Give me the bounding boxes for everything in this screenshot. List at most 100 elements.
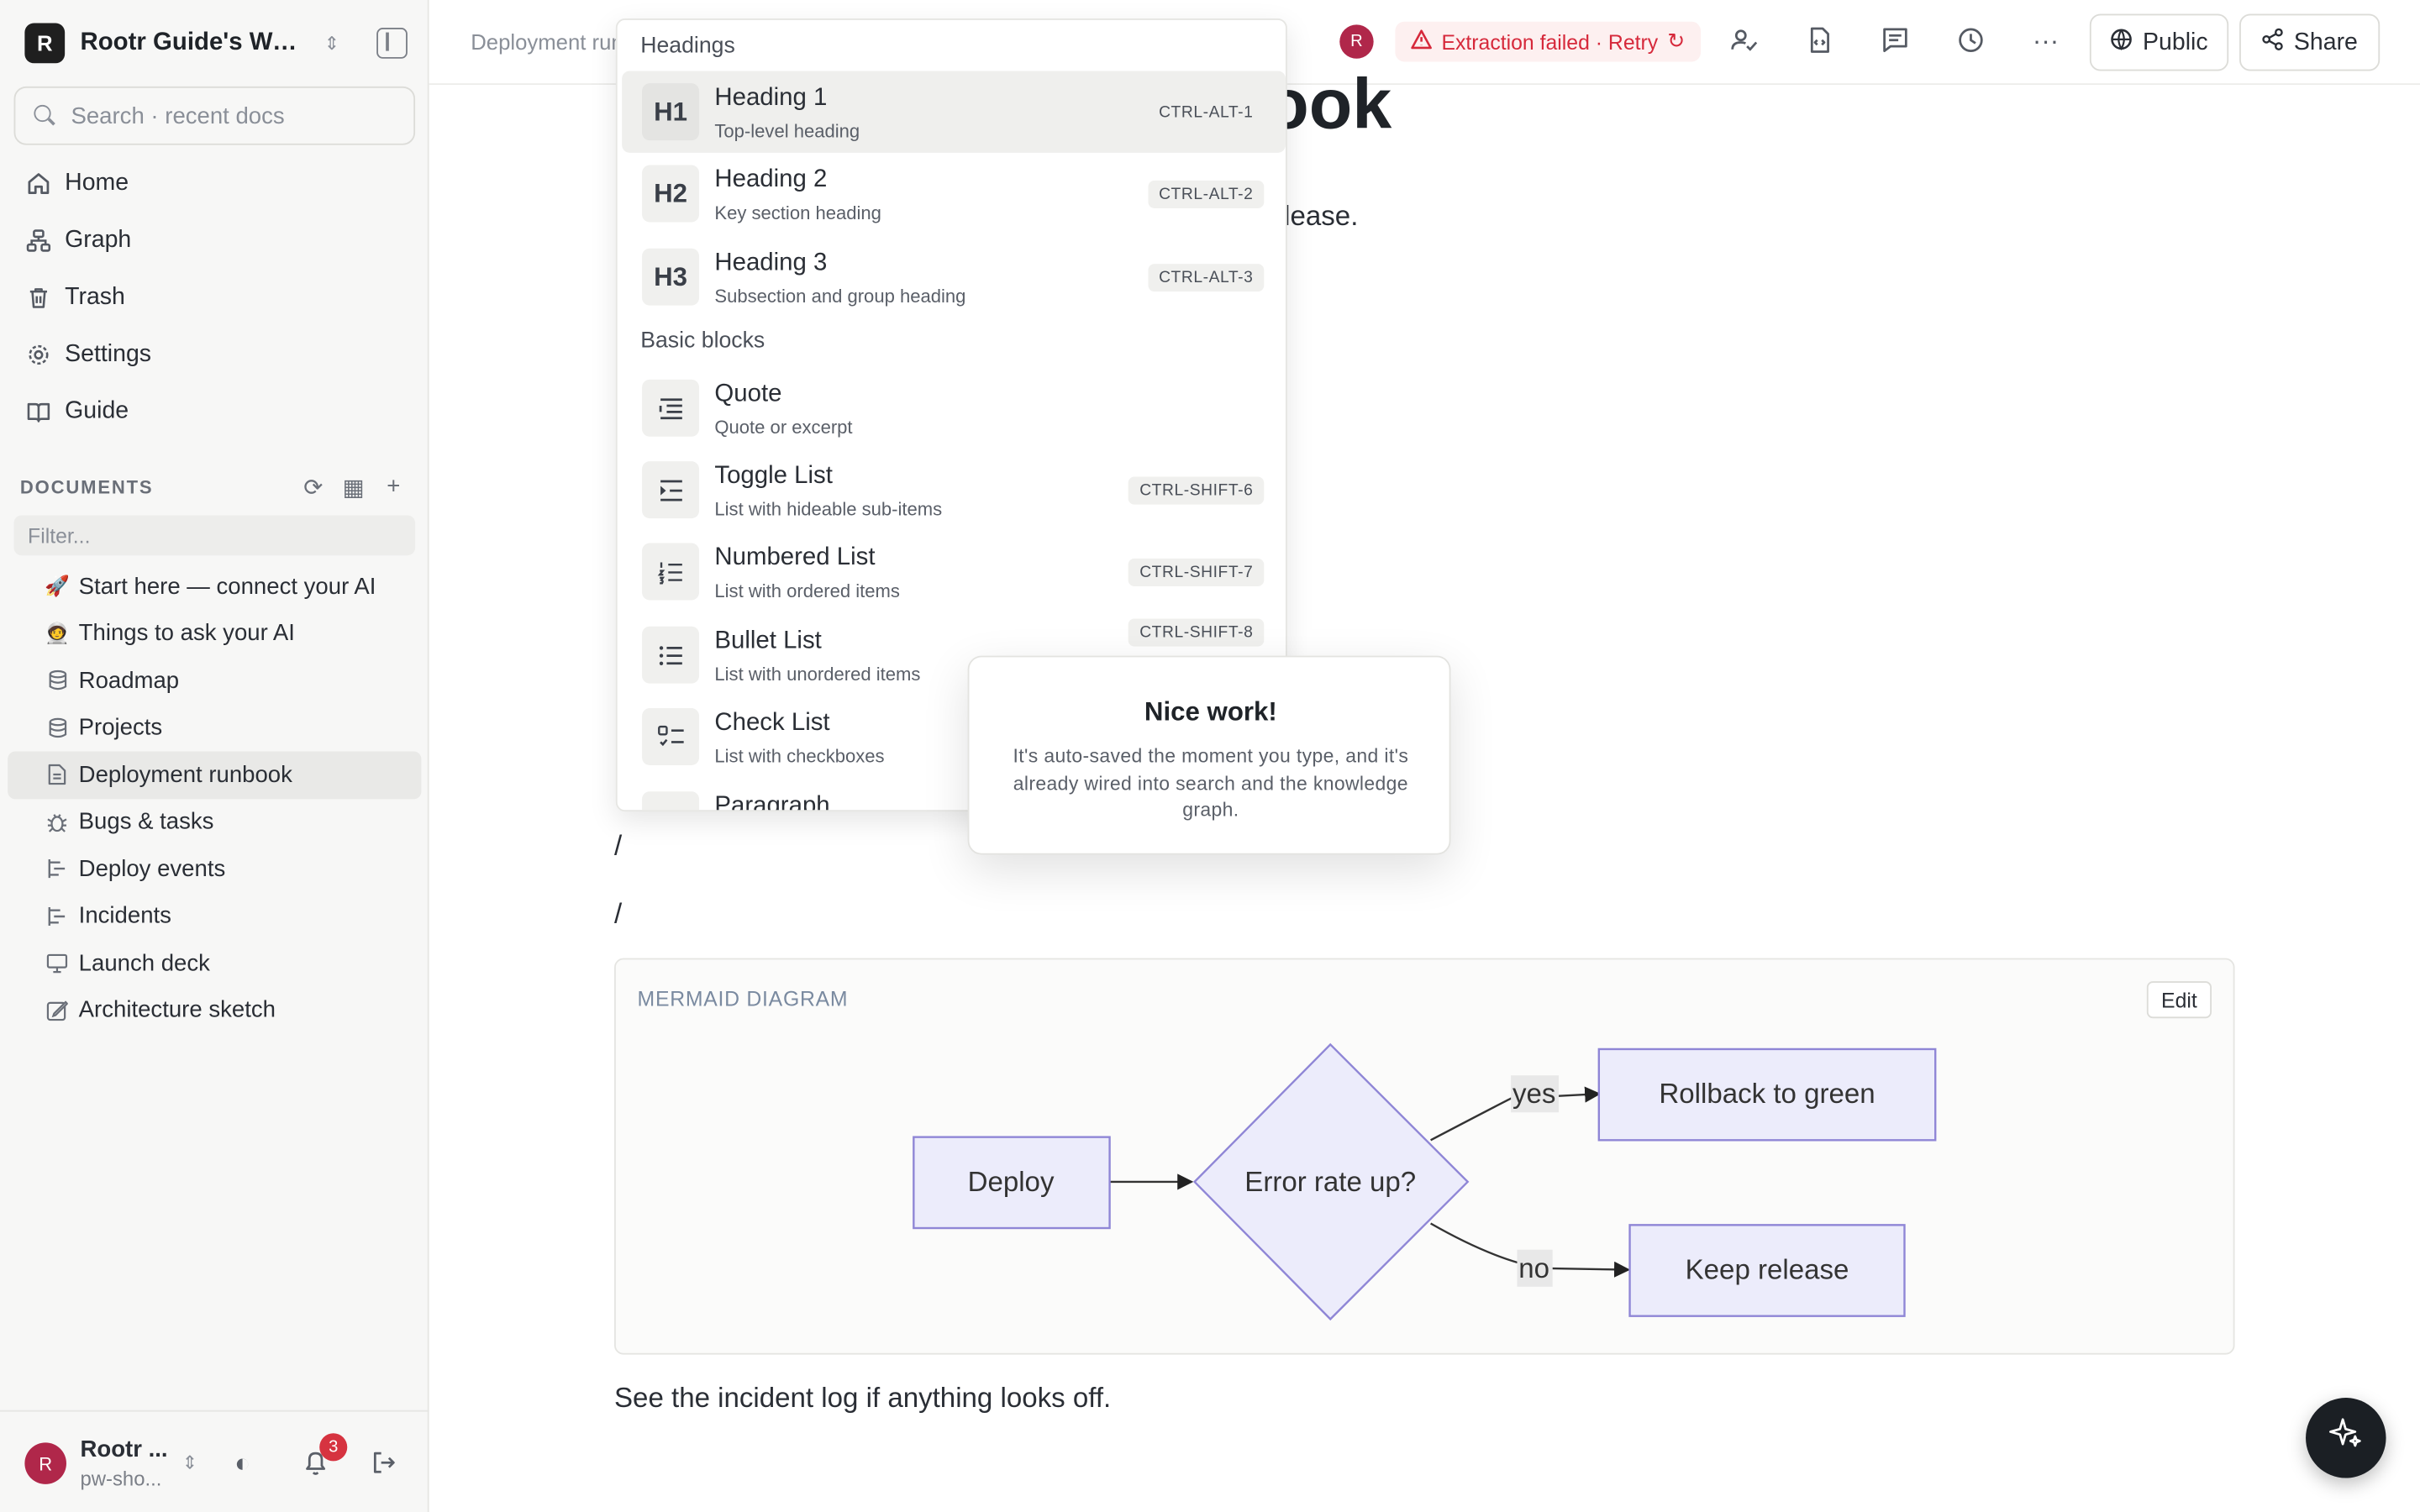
plus-icon[interactable]: + — [381, 474, 406, 501]
toggle-list-icon — [642, 461, 700, 519]
sidebar-item-label: Settings — [65, 339, 152, 367]
doc-item-launch-deck[interactable]: Launch deck — [8, 940, 421, 987]
mermaid-diagram-block[interactable]: MERMAID DIAGRAM Edit Deploy Error rate u… — [614, 958, 2235, 1355]
sparkle-icon — [2328, 1415, 2365, 1461]
ai-assistant-button[interactable] — [2306, 1398, 2386, 1478]
sidebar-item-settings[interactable]: Settings — [14, 326, 416, 383]
doc-item-deploy-events[interactable]: Deploy events — [8, 846, 421, 893]
gear-icon — [26, 342, 50, 366]
share-icon — [2261, 27, 2285, 58]
menu-item-heading-2[interactable]: H2 Heading 2 Key section heading CTRL-AL… — [622, 153, 1286, 234]
success-toast: Nice work! It's auto-saved the moment yo… — [967, 655, 1451, 855]
doc-item-label: Launch deck — [78, 949, 210, 977]
doc-item-deployment-runbook[interactable]: Deployment runbook — [8, 751, 422, 799]
search-input[interactable] — [71, 102, 380, 129]
workspace-switcher[interactable]: R Rootr Guide's Workspace ⇕ — [24, 22, 410, 65]
check-list-icon — [642, 708, 700, 766]
extraction-status-badge[interactable]: Extraction failed · Retry ↻ — [1395, 21, 1701, 62]
user-email: pw-sho... — [80, 1467, 162, 1491]
menu-item-subtitle: List with hideable sub-items — [714, 498, 943, 520]
doc-item-label: Deploy events — [78, 855, 226, 883]
menu-item-title: Heading 2 — [714, 166, 828, 193]
menu-item-shortcut: CTRL-ALT-3 — [1148, 264, 1265, 292]
logout-icon[interactable] — [371, 1449, 398, 1484]
notification-count-badge: 3 — [319, 1433, 348, 1462]
workspace-name: Rootr Guide's Workspace — [80, 29, 313, 56]
search-box[interactable] — [13, 86, 416, 145]
doc-item-label: Roadmap — [78, 667, 180, 695]
extraction-status-text: Extraction failed · Retry — [1441, 29, 1659, 54]
home-icon — [26, 171, 50, 195]
paragraph-icon — [642, 791, 700, 811]
avatar[interactable]: R — [24, 1442, 66, 1484]
slash-command-line[interactable]: / — [614, 898, 622, 931]
menu-item-title: Heading 1 — [714, 85, 828, 112]
numbered-list-icon — [642, 543, 700, 601]
trash-icon — [26, 285, 50, 309]
node-decision-label: Error rate up? — [1244, 1167, 1416, 1198]
timeline-icon — [45, 906, 69, 927]
doc-item-projects[interactable]: Projects — [8, 704, 421, 751]
sidebar-item-trash[interactable]: Trash — [14, 269, 416, 326]
doc-item-roadmap[interactable]: Roadmap — [8, 657, 421, 704]
slash-command-line[interactable]: / — [614, 830, 622, 863]
user-name[interactable]: Rootr ... — [81, 1436, 168, 1462]
menu-item-subtitle: Subsection and group heading — [714, 285, 966, 307]
sidebar-item-guide[interactable]: Guide — [14, 383, 416, 440]
retry-icon[interactable]: ↻ — [1667, 29, 1685, 54]
menu-section-basic-blocks: Basic blocks — [640, 328, 765, 354]
doc-item-start-here[interactable]: 🚀 Start here — connect your AI — [8, 563, 421, 610]
public-label: Public — [2143, 28, 2208, 55]
doc-item-architecture-sketch[interactable]: Architecture sketch — [8, 987, 421, 1034]
doc-item-things-to-ask[interactable]: 🧑‍🚀 Things to ask your AI — [8, 610, 421, 657]
book-icon — [26, 399, 50, 423]
sidebar-item-label: Home — [65, 169, 129, 196]
more-icon[interactable]: ··· — [2033, 26, 2059, 57]
public-button[interactable]: Public — [2089, 13, 2229, 71]
doc-item-label: Incidents — [78, 902, 171, 930]
assign-user-icon[interactable] — [1730, 26, 1758, 61]
sidebar-item-home[interactable]: Home — [14, 155, 416, 212]
sidebar-collapse-icon[interactable] — [376, 28, 408, 59]
menu-item-subtitle: List with unordered items — [714, 663, 921, 685]
globe-icon — [2110, 27, 2133, 58]
menu-item-heading-3[interactable]: H3 Heading 3 Subsection and group headin… — [622, 236, 1286, 318]
menu-item-title: Bullet List — [714, 627, 822, 654]
sidebar-item-graph[interactable]: Graph — [14, 212, 416, 269]
share-button[interactable]: Share — [2239, 13, 2381, 71]
filter-input[interactable] — [28, 523, 398, 548]
document-tree: 🚀 Start here — connect your AI 🧑‍🚀 Thing… — [8, 563, 422, 1034]
menu-section-headings: Headings — [640, 34, 735, 59]
template-icon[interactable]: ▦ — [341, 474, 366, 501]
doc-item-bugs-tasks[interactable]: Bugs & tasks — [8, 798, 421, 845]
menu-item-title: Toggle List — [714, 463, 833, 490]
doc-item-label: Projects — [78, 714, 163, 742]
doc-item-incidents[interactable]: Incidents — [8, 893, 421, 940]
bug-icon — [45, 811, 69, 833]
chevron-updown-icon[interactable]: ⇕ — [182, 1452, 197, 1473]
menu-item-shortcut: CTRL-SHIFT-6 — [1128, 476, 1265, 505]
refresh-icon[interactable]: ⟳ — [301, 474, 325, 501]
export-code-icon[interactable] — [1806, 26, 1833, 61]
menu-item-numbered-list[interactable]: Numbered List List with ordered items CT… — [622, 531, 1286, 612]
sidebar-nav: Home Graph Trash Settings Guide — [14, 155, 416, 440]
quote-icon — [642, 379, 700, 437]
doc-footer-text[interactable]: See the incident log if anything looks o… — [614, 1383, 1111, 1415]
menu-item-heading-1[interactable]: H1 Heading 1 Top-level heading CTRL-ALT-… — [622, 71, 1286, 153]
collaborator-avatar[interactable]: R — [1339, 24, 1374, 59]
theme-toggle-icon[interactable]: ◐ — [234, 1449, 250, 1480]
menu-item-subtitle: Top-level heading — [714, 120, 860, 142]
edge-label-no: no — [1518, 1253, 1549, 1284]
doc-item-label: Start here — connect your AI — [78, 573, 376, 601]
sidebar-footer: R Rootr ... pw-sho... ⇕ ◐ 3 — [0, 1410, 429, 1512]
history-icon[interactable] — [1957, 26, 1985, 61]
page-icon — [45, 764, 69, 786]
edge-label-yes: yes — [1512, 1079, 1555, 1110]
menu-item-toggle-list[interactable]: Toggle List List with hideable sub-items… — [622, 449, 1286, 530]
sketch-icon — [45, 1000, 69, 1021]
menu-item-quote[interactable]: Quote Quote or excerpt — [622, 367, 1286, 449]
chevron-updown-icon: ⇕ — [324, 32, 340, 55]
comment-icon[interactable] — [1881, 26, 1909, 61]
documents-filter[interactable] — [13, 515, 416, 556]
heading-3-icon: H3 — [642, 248, 700, 306]
